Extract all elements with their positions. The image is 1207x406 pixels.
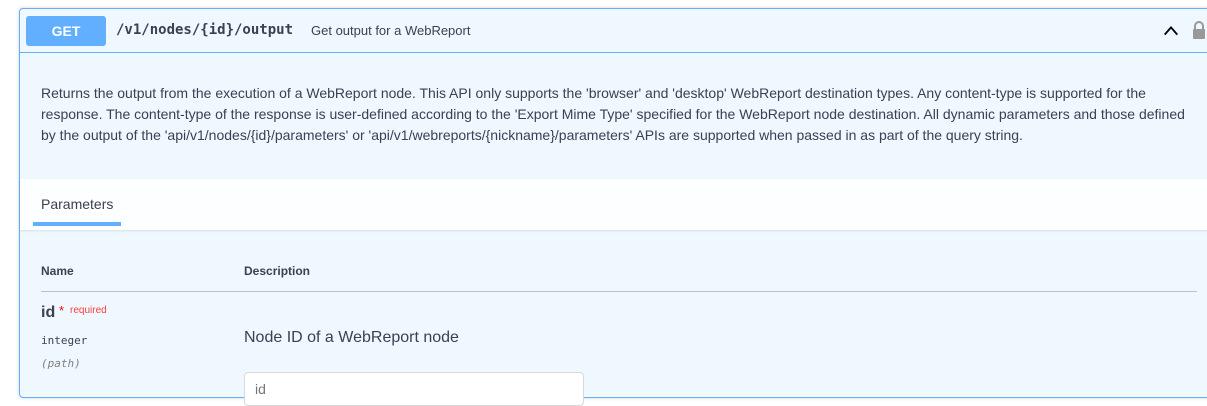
- parameter-name: id: [41, 304, 56, 321]
- parameter-description: Node ID of a WebReport node: [244, 329, 459, 346]
- tab-parameters[interactable]: Parameters: [41, 196, 113, 212]
- tab-active-indicator: [33, 222, 121, 226]
- required-label: required: [70, 305, 107, 316]
- http-method-badge: GET: [26, 16, 106, 46]
- column-header-name: Name: [41, 264, 74, 278]
- endpoint-path: /v1/nodes/{id}/output: [116, 22, 294, 38]
- table-divider: [41, 291, 1197, 292]
- parameter-location: (path): [41, 357, 81, 370]
- operation-description: Returns the output from the execution of…: [41, 85, 1185, 143]
- operation-summary-text: Get output for a WebReport: [311, 23, 471, 38]
- parameters-section-header: Parameters: [20, 179, 1207, 230]
- operation-block: GET /v1/nodes/{id}/output Get output for…: [19, 8, 1207, 406]
- parameter-type: integer: [41, 334, 88, 347]
- id-input[interactable]: [244, 372, 584, 406]
- required-star: *: [59, 303, 65, 318]
- parameters-table: Name Description id * required integer (…: [20, 230, 1207, 406]
- operation-summary[interactable]: GET /v1/nodes/{id}/output Get output for…: [20, 9, 1207, 53]
- lock-icon[interactable]: [1191, 20, 1207, 40]
- column-header-description: Description: [244, 264, 311, 278]
- chevron-up-icon[interactable]: [1162, 22, 1180, 40]
